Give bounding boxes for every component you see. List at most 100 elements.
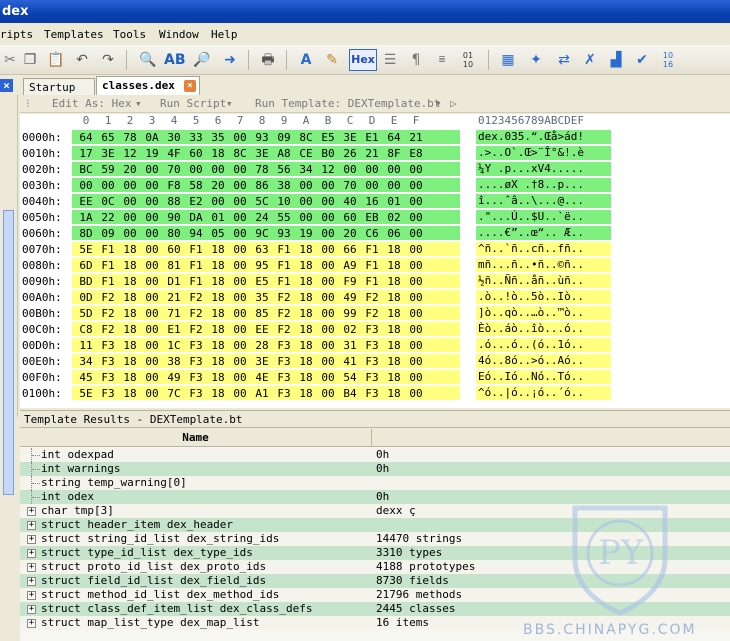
hex-byte[interactable]: F2 bbox=[273, 323, 295, 336]
hex-byte[interactable]: 01 bbox=[207, 211, 229, 224]
hex-byte[interactable]: 16 bbox=[361, 195, 383, 208]
hex-byte[interactable]: 00 bbox=[185, 163, 207, 176]
hex-byte[interactable]: D1 bbox=[163, 275, 185, 288]
hex-byte[interactable]: F3 bbox=[185, 355, 207, 368]
hex-byte[interactable]: 18 bbox=[119, 339, 141, 352]
hex-byte[interactable]: 26 bbox=[339, 147, 361, 160]
hex-byte[interactable]: 00 bbox=[141, 195, 163, 208]
hex-byte[interactable]: 90 bbox=[163, 211, 185, 224]
edit-as-dropdown[interactable]: Edit As: Hex bbox=[52, 97, 131, 110]
hex-byte[interactable]: F3 bbox=[97, 387, 119, 400]
hex-byte[interactable]: 00 bbox=[141, 243, 163, 256]
hex-byte[interactable]: 00 bbox=[141, 259, 163, 272]
hex-byte[interactable]: B0 bbox=[317, 147, 339, 160]
hex-bytes[interactable]: 1A 22 00 00 90 DA 01 00 24 55 00 00 60 EB 02 00 bbox=[72, 210, 460, 224]
hex-byte[interactable]: F3 bbox=[361, 323, 383, 336]
hex-byte[interactable]: 18 bbox=[383, 259, 405, 272]
hex-byte[interactable]: 00 bbox=[405, 227, 427, 240]
hex-byte[interactable]: 18 bbox=[295, 371, 317, 384]
play-icon[interactable]: ▷ bbox=[450, 97, 457, 110]
hex-byte[interactable]: 18 bbox=[295, 275, 317, 288]
hex-bytes[interactable]: 0D F2 18 00 21 F2 18 00 35 F2 18 00 49 F2 18 00 bbox=[72, 290, 460, 304]
hex-byte[interactable]: 18 bbox=[383, 355, 405, 368]
hex-byte[interactable]: F1 bbox=[97, 259, 119, 272]
hex-byte[interactable]: F1 bbox=[97, 275, 119, 288]
hex-byte[interactable]: 1C bbox=[163, 339, 185, 352]
print-icon[interactable]: 🖶 bbox=[258, 51, 278, 69]
hex-byte[interactable]: 6D bbox=[75, 259, 97, 272]
hex-byte[interactable]: 00 bbox=[141, 163, 163, 176]
hex-byte[interactable]: 09 bbox=[273, 131, 295, 144]
hex-byte[interactable]: 59 bbox=[97, 163, 119, 176]
cut-icon[interactable]: ✂ bbox=[0, 51, 20, 69]
hex-byte[interactable]: 19 bbox=[141, 147, 163, 160]
hex-byte[interactable]: 09 bbox=[97, 227, 119, 240]
ascii-text[interactable]: 4ó..8ó..>ó..Aó.. bbox=[476, 354, 611, 368]
hex-byte[interactable]: 56 bbox=[273, 163, 295, 176]
hex-byte[interactable]: 85 bbox=[251, 307, 273, 320]
hex-byte[interactable]: 00 bbox=[207, 163, 229, 176]
hex-byte[interactable]: F2 bbox=[185, 307, 207, 320]
hex-byte[interactable]: 00 bbox=[141, 291, 163, 304]
hex-byte[interactable]: 00 bbox=[229, 307, 251, 320]
expand-icon[interactable]: + bbox=[27, 605, 36, 614]
hex-byte[interactable]: 18 bbox=[295, 291, 317, 304]
hex-byte[interactable]: F3 bbox=[185, 339, 207, 352]
expand-icon[interactable]: + bbox=[27, 591, 36, 600]
hex-byte[interactable]: F2 bbox=[273, 307, 295, 320]
expand-icon[interactable]: + bbox=[27, 507, 36, 516]
hex-byte[interactable]: 81 bbox=[163, 259, 185, 272]
hex-byte[interactable]: 18 bbox=[383, 275, 405, 288]
hex-byte[interactable]: F2 bbox=[273, 291, 295, 304]
hex-bytes[interactable]: 17 3E 12 19 4F 60 18 8C 3E A8 CE B0 26 21 8F E8 bbox=[72, 146, 460, 160]
hex-byte[interactable]: 41 bbox=[339, 355, 361, 368]
hex-bytes[interactable]: 8D 09 00 00 80 94 05 00 9C 93 19 00 20 C6 06 00 bbox=[72, 226, 460, 240]
paste-icon[interactable]: 📋 bbox=[46, 51, 66, 69]
hex-byte[interactable]: 00 bbox=[229, 323, 251, 336]
hex-bytes[interactable]: 5D F2 18 00 71 F2 18 00 85 F2 18 00 99 F2 18 00 bbox=[72, 306, 460, 320]
hex-byte[interactable]: 60 bbox=[185, 147, 207, 160]
hex-byte[interactable]: F1 bbox=[273, 259, 295, 272]
redo-icon[interactable]: ↷ bbox=[98, 51, 118, 69]
hex-byte[interactable]: EE bbox=[251, 323, 273, 336]
hex-byte[interactable]: 00 bbox=[405, 387, 427, 400]
ascii-text[interactable]: .ó...ó..(ó..1ó.. bbox=[476, 338, 611, 352]
inspector-icon[interactable]: ✦ bbox=[526, 51, 546, 69]
ascii-text[interactable]: ....€”..œ“.. Æ.. bbox=[476, 226, 611, 240]
hex-byte[interactable]: 86 bbox=[251, 179, 273, 192]
replace-icon[interactable]: AB bbox=[164, 51, 186, 69]
hex-byte[interactable]: 00 bbox=[317, 243, 339, 256]
hex-byte[interactable]: CE bbox=[295, 147, 317, 160]
hex-byte[interactable]: 00 bbox=[229, 291, 251, 304]
hex-byte[interactable]: 18 bbox=[383, 323, 405, 336]
hex-byte[interactable]: 65 bbox=[97, 131, 119, 144]
hex-byte[interactable]: 40 bbox=[339, 195, 361, 208]
hex-byte[interactable]: 00 bbox=[229, 275, 251, 288]
expand-icon[interactable]: + bbox=[27, 563, 36, 572]
hex-byte[interactable]: F3 bbox=[97, 355, 119, 368]
hex-byte[interactable]: E5 bbox=[251, 275, 273, 288]
hex-byte[interactable]: 00 bbox=[75, 179, 97, 192]
hex-bytes[interactable]: C8 F2 18 00 E1 F2 18 00 EE F2 18 00 02 F3 18 00 bbox=[72, 322, 460, 336]
hex-byte[interactable]: F3 bbox=[185, 387, 207, 400]
hex-byte[interactable]: 00 bbox=[141, 339, 163, 352]
hex-bytes[interactable]: 00 00 00 00 F8 58 20 00 86 38 00 00 70 00 00 00 bbox=[72, 178, 460, 192]
hex-byte[interactable]: 88 bbox=[163, 195, 185, 208]
hex-byte[interactable]: 24 bbox=[251, 211, 273, 224]
hex-byte[interactable]: F2 bbox=[361, 307, 383, 320]
expand-icon[interactable]: + bbox=[27, 535, 36, 544]
hex-byte[interactable]: F3 bbox=[273, 387, 295, 400]
hex-byte[interactable]: 64 bbox=[383, 131, 405, 144]
chevron-down-icon[interactable]: ▾ bbox=[135, 97, 142, 110]
menu-scripts[interactable]: ripts bbox=[0, 28, 33, 41]
check-icon[interactable]: ✔ bbox=[632, 51, 652, 69]
hex-byte[interactable]: 00 bbox=[317, 195, 339, 208]
hex-byte[interactable]: 34 bbox=[295, 163, 317, 176]
hex-byte[interactable]: 00 bbox=[405, 211, 427, 224]
hex-byte[interactable]: 18 bbox=[119, 371, 141, 384]
hex-byte[interactable]: 9C bbox=[251, 227, 273, 240]
hex-byte[interactable]: 18 bbox=[383, 339, 405, 352]
hex-mode-button[interactable]: Hex bbox=[349, 49, 377, 71]
hex-byte[interactable]: 18 bbox=[119, 243, 141, 256]
tab-startup[interactable]: Startup bbox=[23, 78, 95, 96]
